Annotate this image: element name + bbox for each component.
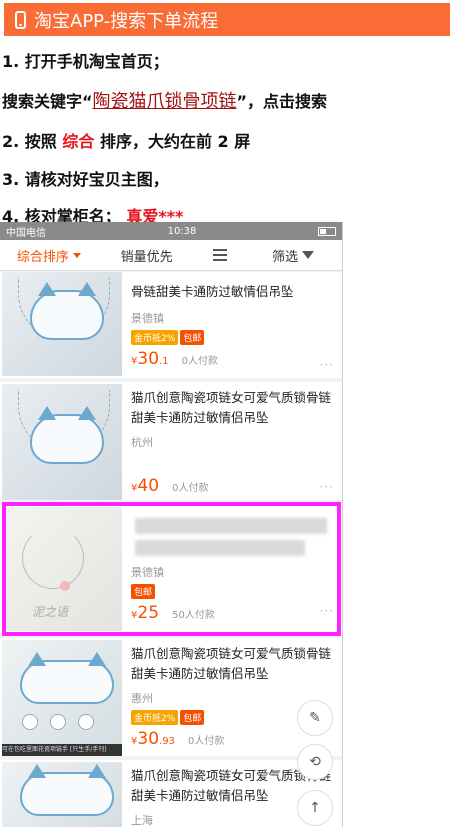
- product-image: [2, 762, 122, 827]
- paid-count: 0人付款: [172, 483, 209, 494]
- step-2-suffix: 排序，大约在前 2 屏: [99, 132, 251, 151]
- product-location: 惠州: [131, 692, 153, 705]
- step-2-prefix: 2. 按照: [2, 132, 57, 151]
- more-icon[interactable]: ···: [320, 358, 334, 372]
- clock: 10:38: [167, 225, 197, 237]
- price: ¥40: [131, 476, 160, 496]
- status-bar: 中国电信 10:38: [0, 222, 342, 240]
- back-to-top-icon[interactable]: ↑: [297, 790, 333, 826]
- price: ¥30.1: [131, 349, 169, 369]
- tab-label: 销量优先: [120, 249, 173, 265]
- product-image: [2, 272, 122, 376]
- product-location: 杭州: [131, 436, 153, 449]
- paid-count: 0人付款: [181, 356, 219, 367]
- step-1: 1. 打开手机淘宝首页；: [2, 52, 169, 71]
- doc-title: 淘宝APP-搜索下单流程: [34, 10, 219, 32]
- more-icon[interactable]: ···: [320, 480, 334, 494]
- footprint-icon[interactable]: ⟲: [297, 744, 333, 780]
- step-search-prefix: 搜索关键字“: [2, 92, 93, 111]
- step-search-suffix: ”，点击搜索: [236, 92, 328, 111]
- tab-filter[interactable]: 筛选: [244, 246, 342, 265]
- coin-badge: 金币抵2%: [131, 710, 179, 725]
- caret-down-icon: [72, 252, 81, 258]
- tab-sales-first[interactable]: 销量优先: [98, 246, 196, 265]
- list-item[interactable]: 可在包吃里面花瓷项链手 [只生手/手刊] 猫爪创意陶瓷项链女可爱气质锁骨链甜美卡…: [0, 638, 342, 756]
- list-item[interactable]: 骨链甜美卡通防过敏情侣吊坠 景德镇 金币抵2% 包邮 ¥30.1 0人付款 ··…: [0, 272, 342, 378]
- price: ¥30.93: [131, 729, 175, 749]
- coin-badge: 金币抵2%: [131, 330, 179, 345]
- list-view-icon: [212, 249, 227, 261]
- battery-icon: [317, 226, 336, 236]
- tab-comprehensive-sort[interactable]: 综合排序: [0, 246, 98, 265]
- sort-highlight: 综合: [62, 132, 95, 151]
- list-item[interactable]: 猫爪创意陶瓷项链女可爱气质锁骨链甜美卡通防过敏情侣吊坠 上海: [0, 760, 342, 827]
- product-title: 猫爪创意陶瓷项链女可爱气质锁骨链甜美卡通防过敏情侣吊坠: [131, 646, 332, 681]
- step-search: 搜索关键字“陶瓷猫爪锁骨项链”，点击搜索: [2, 87, 327, 113]
- search-keyword[interactable]: 陶瓷猫爪锁骨项链: [93, 91, 237, 112]
- tab-view-mode[interactable]: [195, 249, 244, 261]
- list-item[interactable]: 猫爪创意陶瓷项链女可爱气质锁骨链甜美卡通防过敏情侣吊坠 杭州 ¥40 0人付款 …: [0, 382, 342, 500]
- carrier: 中国电信: [6, 227, 46, 239]
- product-title: 骨链甜美卡通防过敏情侣吊坠: [131, 284, 294, 299]
- filter-icon: [302, 251, 315, 259]
- image-caption: 可在包吃里面花瓷项链手 [只生手/手刊]: [2, 744, 122, 756]
- paid-count: 0人付款: [188, 736, 225, 747]
- phone-icon: [15, 10, 26, 29]
- target-highlight-box: [2, 502, 341, 636]
- product-image: [2, 384, 122, 500]
- product-title: 猫爪创意陶瓷项链女可爱气质锁骨链甜美卡通防过敏情侣吊坠: [131, 390, 332, 425]
- edit-icon[interactable]: ✎: [297, 700, 333, 736]
- product-location: 景德镇: [131, 312, 164, 325]
- doc-header: 淘宝APP-搜索下单流程: [4, 3, 450, 36]
- free-shipping-badge: 包邮: [180, 330, 205, 345]
- tab-label: 综合排序: [16, 249, 69, 265]
- step-3: 3. 请核对好宝贝主图，: [2, 170, 169, 189]
- tab-label: 筛选: [272, 249, 299, 265]
- step-2: 2. 按照 综合 排序，大约在前 2 屏: [2, 128, 250, 152]
- free-shipping-badge: 包邮: [180, 710, 205, 725]
- sort-bar: 综合排序 销量优先 筛选: [0, 240, 342, 271]
- product-image: 可在包吃里面花瓷项链手 [只生手/手刊]: [2, 640, 122, 756]
